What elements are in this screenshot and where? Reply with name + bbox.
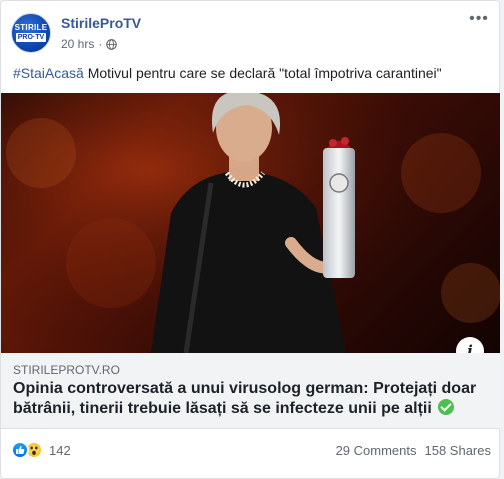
link-domain: STIRILEPROTV.RO <box>13 363 120 377</box>
link-preview[interactable]: STIRILEPROTV.RO Opinia controversată a u… <box>1 353 500 429</box>
post-card: STIRILE PRO·TV StirileProTV 20 hrs · •••… <box>0 0 500 479</box>
link-preview-image[interactable]: i <box>1 93 500 353</box>
reactions-summary[interactable]: 142 <box>11 441 71 459</box>
link-title[interactable]: Opinia controversată a unui virusolog ge… <box>13 379 483 419</box>
post-header: STIRILE PRO·TV StirileProTV 20 hrs · ••• <box>11 11 491 57</box>
check-mark-icon <box>438 399 455 415</box>
like-icon <box>11 441 29 459</box>
post-message-text: Motivul pentru care se declară "total îm… <box>83 65 442 81</box>
comments-count-link[interactable]: 29 Comments <box>336 443 417 458</box>
more-options-icon[interactable]: ••• <box>467 11 491 33</box>
avatar-text-top: STIRILE <box>14 23 48 32</box>
photo-illustration <box>1 93 500 353</box>
post-meta: 20 hrs · <box>61 37 118 51</box>
reaction-count: 142 <box>49 442 71 458</box>
engagement-counts: 29 Comments 158 Shares <box>336 443 491 458</box>
post-timestamp[interactable]: 20 hrs <box>61 37 94 51</box>
engagement-bar: 142 29 Comments 158 Shares <box>11 439 491 463</box>
hashtag-link[interactable]: #StaiAcasă <box>13 65 84 81</box>
link-title-text: Opinia controversată a unui virusolog ge… <box>13 380 477 417</box>
globe-icon <box>106 38 118 50</box>
page-name-link[interactable]: StirileProTV <box>61 15 141 31</box>
post-message: #StaiAcasă Motivul pentru care se declar… <box>13 65 442 81</box>
avatar-text-bottom: PRO·TV <box>15 33 47 42</box>
shares-count-link[interactable]: 158 Shares <box>425 443 492 458</box>
page-avatar[interactable]: STIRILE PRO·TV <box>11 13 51 53</box>
